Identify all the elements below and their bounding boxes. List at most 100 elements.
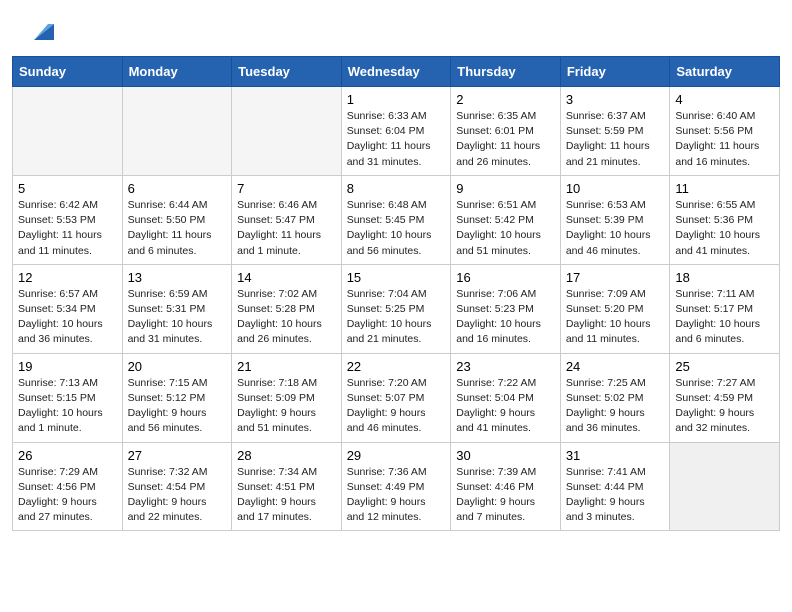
day-number: 11 <box>675 181 774 196</box>
week-row-4: 26 Sunrise: 7:29 AM Sunset: 4:56 PM Dayli… <box>13 442 780 531</box>
day-cell <box>670 442 780 531</box>
day-number: 31 <box>566 448 665 463</box>
day-number: 21 <box>237 359 336 374</box>
day-info: Sunrise: 7:15 AM Sunset: 5:12 PM Dayligh… <box>128 376 227 437</box>
day-info: Sunrise: 6:57 AM Sunset: 5:34 PM Dayligh… <box>18 287 117 348</box>
logo <box>24 18 54 46</box>
header-cell-tuesday: Tuesday <box>232 57 342 87</box>
day-cell: 19Sunrise: 7:13 AM Sunset: 5:15 PM Dayli… <box>13 353 123 442</box>
day-number: 16 <box>456 270 555 285</box>
day-info: Sunrise: 6:37 AM Sunset: 5:59 PM Dayligh… <box>566 109 665 170</box>
day-cell: 9 Sunrise: 6:51 AM Sunset: 5:42 PM Daylig… <box>451 175 561 264</box>
day-cell: 2 Sunrise: 6:35 AM Sunset: 6:01 PM Daylig… <box>451 87 561 176</box>
day-info: Sunrise: 7:11 AM Sunset: 5:17 PM Dayligh… <box>675 287 774 348</box>
day-info: Sunrise: 7:04 AM Sunset: 5:25 PM Dayligh… <box>347 287 446 348</box>
day-number: 17 <box>566 270 665 285</box>
day-cell: 10 Sunrise: 6:53 AM Sunset: 5:39 PM Dayli… <box>560 175 670 264</box>
day-cell: 20 Sunrise: 7:15 AM Sunset: 5:12 PM Dayli… <box>122 353 232 442</box>
day-number: 6 <box>128 181 227 196</box>
day-cell: 6 Sunrise: 6:44 AM Sunset: 5:50 PM Daylig… <box>122 175 232 264</box>
day-info: Sunrise: 7:41 AM Sunset: 4:44 PM Dayligh… <box>566 465 665 526</box>
day-cell: 12 Sunrise: 6:57 AM Sunset: 5:34 PM Dayli… <box>13 264 123 353</box>
day-info: Sunrise: 7:09 AM Sunset: 5:20 PM Dayligh… <box>566 287 665 348</box>
day-number: 8 <box>347 181 446 196</box>
day-number: 20 <box>128 359 227 374</box>
day-info: Sunrise: 7:39 AM Sunset: 4:46 PM Dayligh… <box>456 465 555 526</box>
day-info: Sunrise: 6:40 AM Sunset: 5:56 PM Dayligh… <box>675 109 774 170</box>
day-number: 24 <box>566 359 665 374</box>
day-number: 1 <box>347 92 446 107</box>
day-info: Sunrise: 7:29 AM Sunset: 4:56 PM Dayligh… <box>18 465 117 526</box>
day-number: 30 <box>456 448 555 463</box>
day-cell: 25Sunrise: 7:27 AM Sunset: 4:59 PM Dayli… <box>670 353 780 442</box>
day-number: 29 <box>347 448 446 463</box>
day-info: Sunrise: 6:51 AM Sunset: 5:42 PM Dayligh… <box>456 198 555 259</box>
day-cell: 8 Sunrise: 6:48 AM Sunset: 5:45 PM Daylig… <box>341 175 451 264</box>
day-number: 3 <box>566 92 665 107</box>
day-info: Sunrise: 6:35 AM Sunset: 6:01 PM Dayligh… <box>456 109 555 170</box>
day-number: 15 <box>347 270 446 285</box>
day-number: 9 <box>456 181 555 196</box>
day-cell: 15 Sunrise: 7:04 AM Sunset: 5:25 PM Dayli… <box>341 264 451 353</box>
calendar-table: SundayMondayTuesdayWednesdayThursdayFrid… <box>12 56 780 531</box>
day-info: Sunrise: 6:44 AM Sunset: 5:50 PM Dayligh… <box>128 198 227 259</box>
day-cell: 22 Sunrise: 7:20 AM Sunset: 5:07 PM Dayli… <box>341 353 451 442</box>
day-number: 12 <box>18 270 117 285</box>
day-cell: 1 Sunrise: 6:33 AM Sunset: 6:04 PM Daylig… <box>341 87 451 176</box>
header-cell-wednesday: Wednesday <box>341 57 451 87</box>
day-cell: 18 Sunrise: 7:11 AM Sunset: 5:17 PM Dayli… <box>670 264 780 353</box>
day-number: 13 <box>128 270 227 285</box>
day-cell: 14 Sunrise: 7:02 AM Sunset: 5:28 PM Dayli… <box>232 264 342 353</box>
day-cell: 16 Sunrise: 7:06 AM Sunset: 5:23 PM Dayli… <box>451 264 561 353</box>
week-row-3: 19Sunrise: 7:13 AM Sunset: 5:15 PM Dayli… <box>13 353 780 442</box>
day-number: 14 <box>237 270 336 285</box>
day-number: 23 <box>456 359 555 374</box>
day-info: Sunrise: 7:18 AM Sunset: 5:09 PM Dayligh… <box>237 376 336 437</box>
page: SundayMondayTuesdayWednesdayThursdayFrid… <box>0 0 792 543</box>
day-info: Sunrise: 7:20 AM Sunset: 5:07 PM Dayligh… <box>347 376 446 437</box>
day-number: 18 <box>675 270 774 285</box>
day-number: 22 <box>347 359 446 374</box>
day-info: Sunrise: 7:13 AM Sunset: 5:15 PM Dayligh… <box>18 376 117 437</box>
day-cell: 29 Sunrise: 7:36 AM Sunset: 4:49 PM Dayli… <box>341 442 451 531</box>
day-cell <box>232 87 342 176</box>
day-info: Sunrise: 6:46 AM Sunset: 5:47 PM Dayligh… <box>237 198 336 259</box>
day-info: Sunrise: 7:02 AM Sunset: 5:28 PM Dayligh… <box>237 287 336 348</box>
day-number: 7 <box>237 181 336 196</box>
day-number: 26 <box>18 448 117 463</box>
day-cell: 27Sunrise: 7:32 AM Sunset: 4:54 PM Dayli… <box>122 442 232 531</box>
week-row-2: 12 Sunrise: 6:57 AM Sunset: 5:34 PM Dayli… <box>13 264 780 353</box>
day-cell: 31 Sunrise: 7:41 AM Sunset: 4:44 PM Dayli… <box>560 442 670 531</box>
day-info: Sunrise: 6:42 AM Sunset: 5:53 PM Dayligh… <box>18 198 117 259</box>
day-info: Sunrise: 6:55 AM Sunset: 5:36 PM Dayligh… <box>675 198 774 259</box>
day-cell <box>122 87 232 176</box>
header-cell-sunday: Sunday <box>13 57 123 87</box>
day-info: Sunrise: 6:53 AM Sunset: 5:39 PM Dayligh… <box>566 198 665 259</box>
day-info: Sunrise: 6:59 AM Sunset: 5:31 PM Dayligh… <box>128 287 227 348</box>
day-info: Sunrise: 7:36 AM Sunset: 4:49 PM Dayligh… <box>347 465 446 526</box>
day-number: 10 <box>566 181 665 196</box>
day-cell <box>13 87 123 176</box>
day-info: Sunrise: 6:33 AM Sunset: 6:04 PM Dayligh… <box>347 109 446 170</box>
day-cell: 11 Sunrise: 6:55 AM Sunset: 5:36 PM Dayli… <box>670 175 780 264</box>
day-number: 4 <box>675 92 774 107</box>
day-cell: 13 Sunrise: 6:59 AM Sunset: 5:31 PM Dayli… <box>122 264 232 353</box>
day-cell: 7 Sunrise: 6:46 AM Sunset: 5:47 PM Daylig… <box>232 175 342 264</box>
header-row: SundayMondayTuesdayWednesdayThursdayFrid… <box>13 57 780 87</box>
day-number: 5 <box>18 181 117 196</box>
day-number: 27 <box>128 448 227 463</box>
header-cell-friday: Friday <box>560 57 670 87</box>
day-info: Sunrise: 7:06 AM Sunset: 5:23 PM Dayligh… <box>456 287 555 348</box>
day-number: 2 <box>456 92 555 107</box>
week-row-1: 5 Sunrise: 6:42 AM Sunset: 5:53 PM Daylig… <box>13 175 780 264</box>
day-info: Sunrise: 6:48 AM Sunset: 5:45 PM Dayligh… <box>347 198 446 259</box>
day-info: Sunrise: 7:34 AM Sunset: 4:51 PM Dayligh… <box>237 465 336 526</box>
day-cell: 28Sunrise: 7:34 AM Sunset: 4:51 PM Dayli… <box>232 442 342 531</box>
day-cell: 24Sunrise: 7:25 AM Sunset: 5:02 PM Dayli… <box>560 353 670 442</box>
logo-icon <box>26 18 54 46</box>
header-cell-thursday: Thursday <box>451 57 561 87</box>
calendar-wrapper: SundayMondayTuesdayWednesdayThursdayFrid… <box>0 56 792 543</box>
day-cell: 21 Sunrise: 7:18 AM Sunset: 5:09 PM Dayli… <box>232 353 342 442</box>
day-cell: 30 Sunrise: 7:39 AM Sunset: 4:46 PM Dayli… <box>451 442 561 531</box>
day-cell: 5 Sunrise: 6:42 AM Sunset: 5:53 PM Daylig… <box>13 175 123 264</box>
